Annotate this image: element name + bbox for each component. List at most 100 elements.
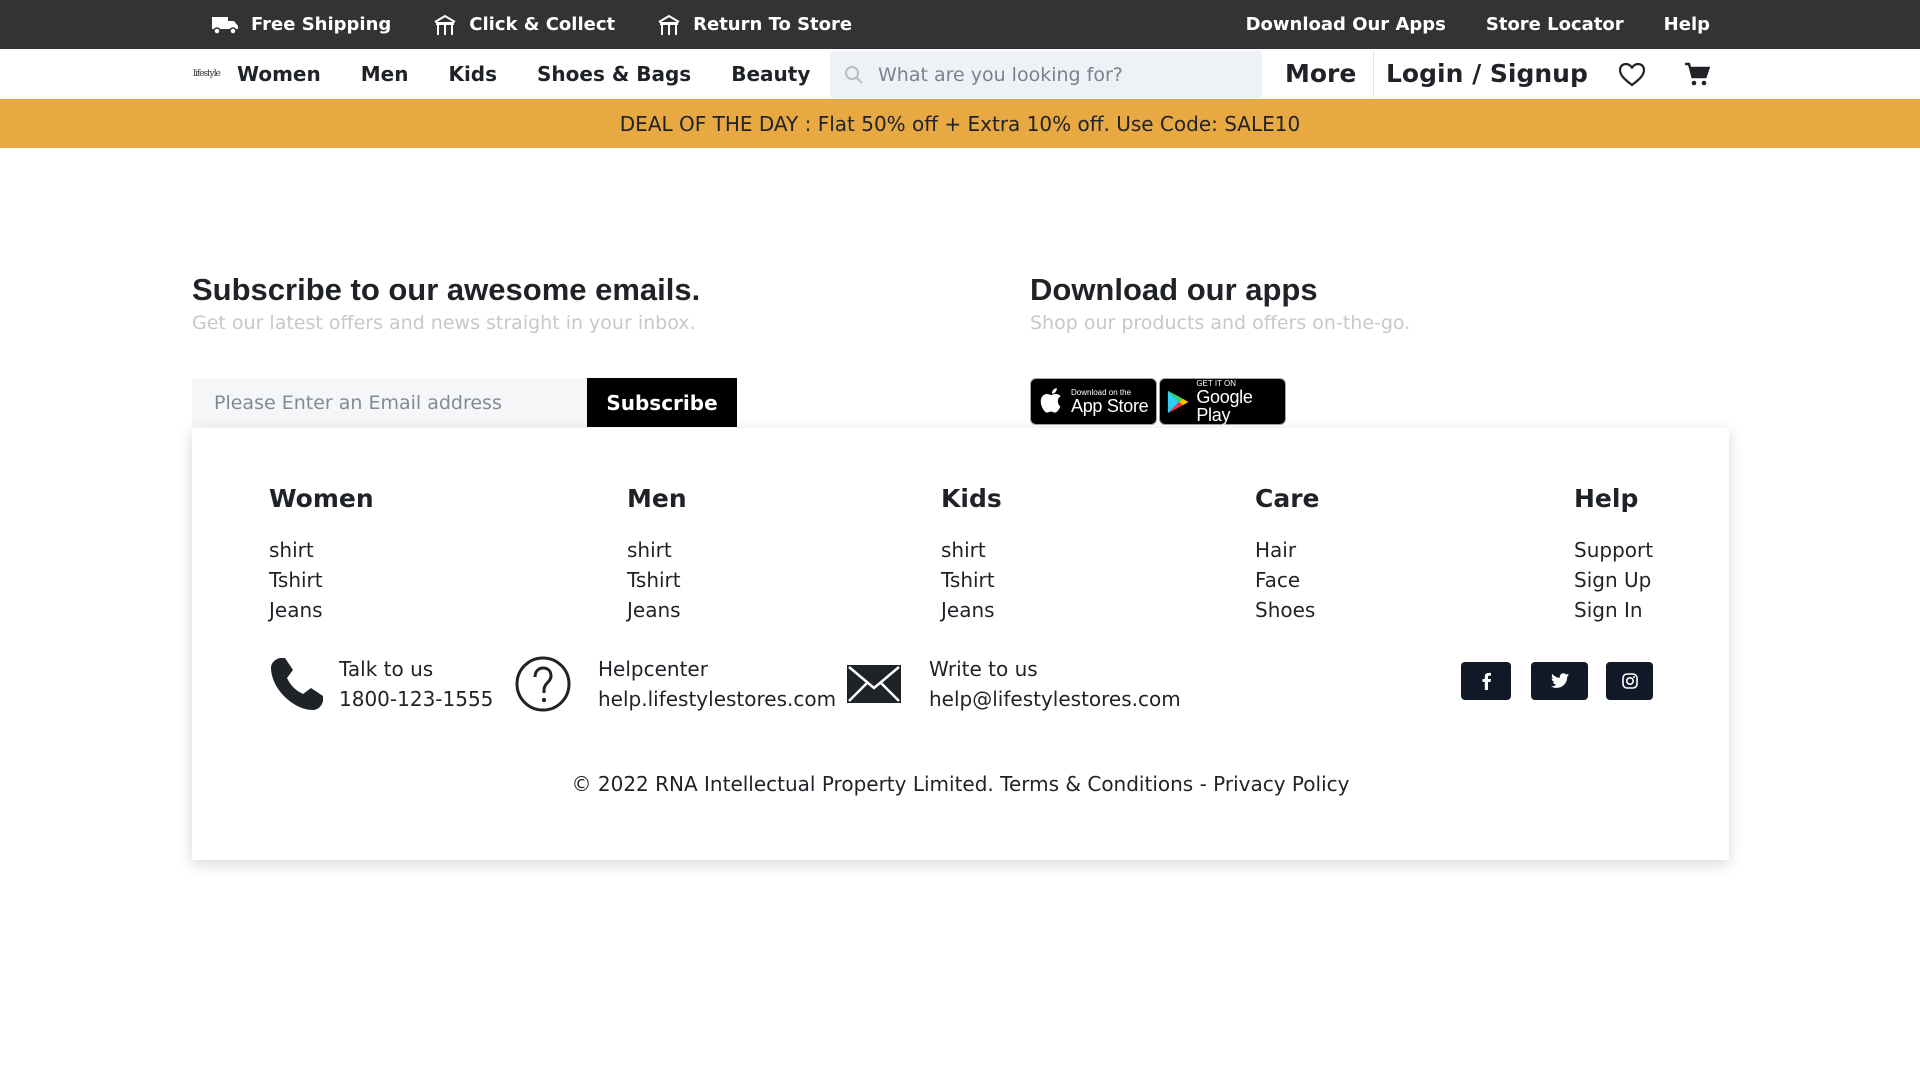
apps-title: Download our apps bbox=[1030, 272, 1318, 307]
mail-icon bbox=[847, 665, 901, 703]
contact-phone-text: Talk to us 1800-123-1555 bbox=[339, 654, 493, 714]
search-input[interactable] bbox=[878, 63, 1238, 86]
google-play-badge[interactable]: GET IT ON Google Play bbox=[1159, 378, 1286, 425]
store-icon bbox=[434, 14, 456, 35]
heart-icon[interactable] bbox=[1618, 62, 1646, 92]
twitter-button[interactable] bbox=[1531, 662, 1588, 700]
app-store-badge[interactable]: Download on the App Store bbox=[1030, 378, 1157, 425]
service-links: Free Shipping Click & Collect Return To … bbox=[212, 0, 894, 49]
deal-of-the-day-banner: DEAL OF THE DAY : Flat 50% off + Extra 1… bbox=[0, 99, 1920, 148]
subscribe-description: Get our latest offers and news straight … bbox=[192, 312, 696, 334]
footer-column-title: Women bbox=[269, 484, 374, 513]
contact-helpcenter-label: Helpcenter bbox=[598, 657, 708, 681]
footer-link[interactable]: shirt bbox=[627, 535, 687, 565]
contact-email-text: Write to us help@lifestylestores.com bbox=[929, 654, 1181, 714]
copyright-text: © 2022 RNA Intellectual Property Limited… bbox=[571, 772, 994, 796]
brand-logo[interactable]: lifestyle bbox=[193, 62, 221, 86]
app-store-big-text: App Store bbox=[1071, 395, 1149, 416]
contact-phone[interactable]: Talk to us 1800-123-1555 bbox=[269, 654, 493, 714]
store-icon bbox=[658, 14, 680, 35]
nav-women[interactable]: Women bbox=[237, 62, 321, 86]
footer-column-men: Men shirt Tshirt Jeans bbox=[627, 484, 687, 625]
copyright-separator: - bbox=[1199, 772, 1207, 796]
footer-column-help: Help Support Sign Up Sign In bbox=[1574, 484, 1653, 625]
truck-icon bbox=[212, 16, 238, 35]
help-link[interactable]: Help bbox=[1664, 14, 1710, 35]
footer-link[interactable]: Tshirt bbox=[269, 565, 374, 595]
google-play-text: GET IT ON Google Play bbox=[1196, 379, 1285, 425]
footer-link[interactable]: Tshirt bbox=[627, 565, 687, 595]
google-play-icon bbox=[1167, 390, 1189, 413]
contact-helpcenter-url: help.lifestylestores.com bbox=[598, 687, 837, 711]
subscribe-title: Subscribe to our awesome emails. bbox=[192, 272, 701, 307]
nav-divider bbox=[1373, 51, 1374, 97]
footer-link[interactable]: Jeans bbox=[941, 595, 1002, 625]
copyright-line: © 2022 RNA Intellectual Property Limited… bbox=[192, 772, 1729, 796]
instagram-button[interactable] bbox=[1606, 662, 1653, 700]
footer-card: Women shirt Tshirt Jeans Men shirt Tshir… bbox=[192, 428, 1729, 860]
return-to-store-link[interactable]: Return To Store bbox=[657, 14, 852, 36]
click-collect-link[interactable]: Click & Collect bbox=[433, 14, 615, 36]
nav-men[interactable]: Men bbox=[361, 62, 409, 86]
contact-helpcenter-text: Helpcenter help.lifestylestores.com bbox=[598, 654, 836, 714]
utility-links: Download Our Apps Store Locator Help bbox=[1206, 0, 1710, 49]
store-locator-link[interactable]: Store Locator bbox=[1486, 14, 1624, 35]
footer-link[interactable]: Hair bbox=[1255, 535, 1320, 565]
download-apps-link[interactable]: Download Our Apps bbox=[1246, 14, 1446, 35]
phone-icon bbox=[271, 658, 323, 710]
footer-link[interactable]: Shoes bbox=[1255, 595, 1320, 625]
footer-link[interactable]: Sign Up bbox=[1574, 565, 1653, 595]
footer-column-kids: Kids shirt Tshirt Jeans bbox=[941, 484, 1002, 625]
return-to-store-label: Return To Store bbox=[693, 14, 853, 35]
contact-phone-label: Talk to us bbox=[339, 657, 434, 681]
cart-icon[interactable] bbox=[1683, 61, 1711, 93]
twitter-icon bbox=[1550, 673, 1569, 688]
footer-link[interactable]: shirt bbox=[941, 535, 1002, 565]
footer-link[interactable]: Sign In bbox=[1574, 595, 1653, 625]
footer-column-care: Care Hair Face Shoes bbox=[1255, 484, 1320, 625]
email-field[interactable] bbox=[192, 391, 588, 414]
facebook-icon bbox=[1482, 672, 1491, 690]
google-play-big-text: Google Play bbox=[1196, 386, 1253, 425]
nav-shoes-bags[interactable]: Shoes & Bags bbox=[537, 62, 691, 86]
footer-link[interactable]: Face bbox=[1255, 565, 1320, 595]
contact-helpcenter[interactable]: Helpcenter help.lifestylestores.com bbox=[514, 654, 836, 714]
app-store-text: Download on the App Store bbox=[1071, 388, 1149, 416]
free-shipping-link[interactable]: Free Shipping bbox=[212, 14, 391, 35]
free-shipping-label: Free Shipping bbox=[251, 14, 392, 35]
more-menu-button[interactable]: More bbox=[1285, 49, 1356, 99]
nav-beauty[interactable]: Beauty bbox=[731, 62, 810, 86]
main-navbar: lifestyle Women Men Kids Shoes & Bags Be… bbox=[0, 49, 1920, 99]
footer-link[interactable]: Jeans bbox=[269, 595, 374, 625]
top-utility-bar: Free Shipping Click & Collect Return To … bbox=[0, 0, 1920, 49]
search-bar[interactable] bbox=[830, 51, 1262, 98]
contact-email[interactable]: Write to us help@lifestylestores.com bbox=[846, 654, 1181, 714]
instagram-icon bbox=[1621, 673, 1638, 689]
apple-icon bbox=[1040, 387, 1061, 413]
footer-column-women: Women shirt Tshirt Jeans bbox=[269, 484, 374, 625]
nav-kids[interactable]: Kids bbox=[448, 62, 497, 86]
facebook-button[interactable] bbox=[1461, 662, 1511, 700]
apps-description: Shop our products and offers on-the-go. bbox=[1030, 312, 1411, 334]
footer-link[interactable]: Support bbox=[1574, 535, 1653, 565]
privacy-policy-link[interactable]: Privacy Policy bbox=[1213, 772, 1349, 796]
contact-phone-number: 1800-123-1555 bbox=[339, 687, 494, 711]
contact-email-address: help@lifestylestores.com bbox=[929, 687, 1181, 711]
deal-text: DEAL OF THE DAY : Flat 50% off + Extra 1… bbox=[619, 111, 1301, 136]
footer-column-title: Care bbox=[1255, 484, 1320, 513]
terms-link[interactable]: Terms & Conditions bbox=[1000, 772, 1193, 796]
footer-column-title: Men bbox=[627, 484, 687, 513]
subscribe-button[interactable]: Subscribe bbox=[587, 378, 737, 427]
search-icon bbox=[845, 65, 863, 84]
footer-column-title: Kids bbox=[941, 484, 1002, 513]
click-collect-label: Click & Collect bbox=[469, 14, 616, 35]
category-nav: Women Men Kids Shoes & Bags Beauty bbox=[237, 49, 850, 99]
contact-email-label: Write to us bbox=[929, 657, 1038, 681]
login-signup-button[interactable]: Login / Signup bbox=[1386, 49, 1588, 99]
footer-link[interactable]: Jeans bbox=[627, 595, 687, 625]
footer-link[interactable]: shirt bbox=[269, 535, 374, 565]
footer-column-title: Help bbox=[1574, 484, 1639, 513]
email-field-container bbox=[192, 378, 588, 427]
footer-link[interactable]: Tshirt bbox=[941, 565, 1002, 595]
question-icon bbox=[515, 656, 571, 712]
